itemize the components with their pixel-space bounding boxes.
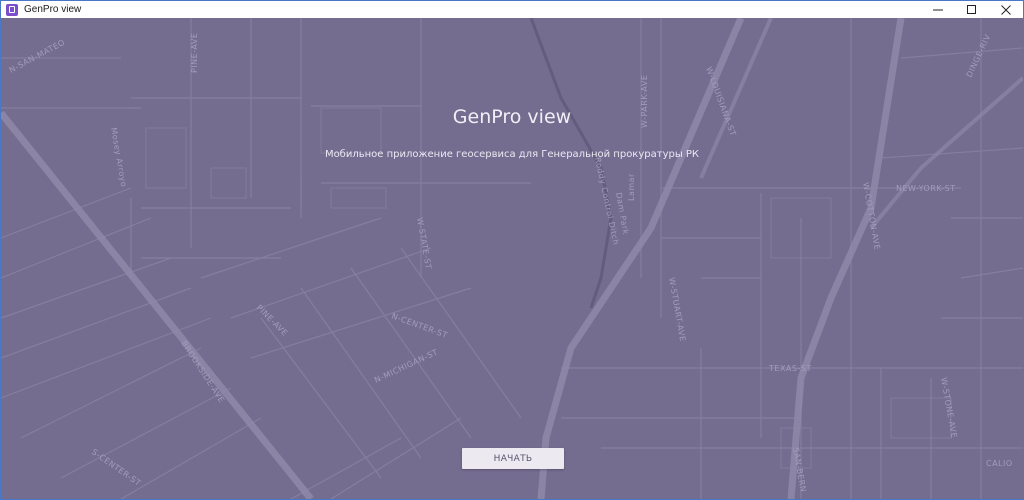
app-logo-icon [6,3,18,16]
maximize-button[interactable] [955,1,989,18]
page-subtitle: Мобильное приложение геосервиса для Гене… [324,149,700,160]
street-label: CALIO [986,459,1013,468]
minimize-icon [933,9,943,10]
street-label: N-SAN-MATEO [8,38,67,75]
street-label: Lamar [627,173,636,201]
street-label: TEXAS-ST [768,364,812,373]
street-label: PINE-AVE [190,33,199,73]
close-icon [1001,4,1011,15]
splash-screen: N-SAN-MATEO PINE-AVE Mosey Arroyo W-PARK… [1,18,1023,499]
title-bar[interactable]: GenPro view [1,1,1023,18]
street-label: BROOKSIDE-AVE [179,339,226,404]
start-button[interactable]: НАЧАТЬ [462,448,564,469]
street-label: W-STONE-AVE [939,377,959,439]
maximize-icon [967,4,976,14]
app-window: GenPro view N-SAN-MATEO PINE-AVE Mosey A… [0,0,1024,500]
street-label: S-CENTER-ST [90,447,143,488]
close-button[interactable] [989,1,1023,18]
street-label: DINGE-RIV [965,33,993,79]
background-map: N-SAN-MATEO PINE-AVE Mosey Arroyo W-PARK… [1,18,1023,499]
window-controls [921,1,1023,18]
street-label: NEW-YORK-ST [896,184,956,193]
window-title: GenPro view [24,4,82,15]
street-label: W-STUART-AVE [667,277,687,343]
street-label: W-STATE-ST [415,217,433,270]
page-title: GenPro view [452,106,572,128]
minimize-button[interactable] [921,1,955,18]
